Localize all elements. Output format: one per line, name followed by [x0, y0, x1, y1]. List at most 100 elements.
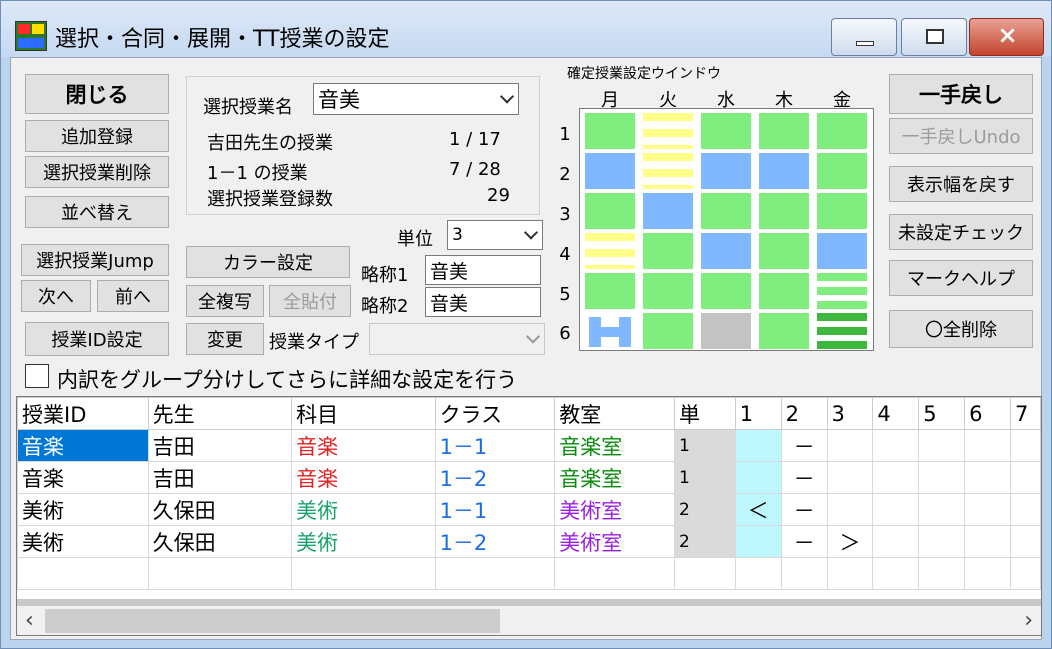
cell-class[interactable]: 1－2 — [434, 461, 556, 494]
schedule-cell[interactable] — [759, 313, 809, 349]
table-row[interactable]: 音楽 吉田 音楽 1－2 音楽室 1 － — [17, 461, 1041, 494]
cell-p3[interactable] — [826, 429, 874, 462]
column-header[interactable]: 先生 — [147, 397, 293, 430]
schedule-cell[interactable] — [759, 193, 809, 229]
cell-id[interactable]: 美術 — [17, 493, 149, 526]
schedule-cell[interactable] — [643, 153, 693, 189]
column-header[interactable]: 7 — [1009, 397, 1041, 430]
table-cell[interactable] — [918, 557, 966, 590]
schedule-cell[interactable] — [701, 113, 751, 149]
cell-p1[interactable] — [734, 525, 782, 558]
next-button[interactable]: 次へ — [21, 280, 91, 312]
restore-width-button[interactable]: 表示幅を戻す — [889, 166, 1033, 202]
column-header[interactable]: クラス — [434, 397, 556, 430]
column-header[interactable]: 教室 — [554, 397, 675, 430]
cell-p3[interactable] — [826, 461, 874, 494]
schedule-cell[interactable] — [585, 113, 635, 149]
schedule-cell[interactable] — [701, 273, 751, 309]
cell-p1[interactable]: ＜ — [734, 493, 782, 526]
schedule-cell[interactable] — [701, 313, 751, 349]
lesson-name-select[interactable]: 音美 — [313, 83, 519, 115]
table-row[interactable]: 美術 久保田 美術 1－2 美術室 2 －＞ — [17, 525, 1041, 558]
cell-room[interactable]: 美術室 — [554, 525, 675, 558]
cell-p2[interactable]: － — [780, 525, 828, 558]
delete-all-button[interactable]: 〇全削除 — [889, 310, 1033, 348]
column-header[interactable]: 1 — [734, 397, 782, 430]
cell-p3[interactable]: ＞ — [826, 525, 874, 558]
column-header[interactable]: 4 — [872, 397, 920, 430]
schedule-cell[interactable] — [643, 233, 693, 269]
schedule-cell[interactable] — [759, 233, 809, 269]
cell-room[interactable]: 音楽室 — [554, 461, 675, 494]
scroll-left-icon[interactable]: ‹ — [25, 608, 34, 633]
prev-button[interactable]: 前へ — [97, 280, 169, 312]
table-cell[interactable] — [554, 557, 675, 590]
unset-check-button[interactable]: 未設定チェック — [889, 214, 1033, 250]
color-setting-button[interactable]: カラー設定 — [186, 246, 350, 278]
cell-room[interactable]: 音楽室 — [554, 429, 675, 462]
cell-p3[interactable] — [826, 493, 874, 526]
cell-p1[interactable] — [734, 429, 782, 462]
abbr2-input[interactable]: 音美 — [425, 287, 541, 317]
close-button[interactable]: 閉じる — [25, 74, 169, 114]
cell-subject[interactable]: 美術 — [291, 493, 436, 526]
table-cell[interactable] — [1009, 493, 1041, 526]
cell-class[interactable]: 1－2 — [434, 525, 556, 558]
schedule-cell[interactable] — [701, 193, 751, 229]
table-cell[interactable] — [964, 557, 1011, 590]
abbr1-input[interactable]: 音美 — [425, 255, 541, 285]
column-header[interactable]: 3 — [826, 397, 874, 430]
table-cell[interactable] — [17, 557, 149, 590]
column-header[interactable]: 単 — [673, 397, 736, 430]
table-cell[interactable] — [918, 429, 966, 462]
table-cell[interactable] — [826, 557, 874, 590]
scroll-right-icon[interactable]: › — [1024, 608, 1033, 633]
cell-class[interactable]: 1－1 — [434, 493, 556, 526]
undo-button[interactable]: 一手戻し — [889, 74, 1033, 114]
column-header[interactable]: 6 — [964, 397, 1011, 430]
table-cell[interactable] — [964, 493, 1011, 526]
table-cell[interactable] — [964, 429, 1011, 462]
sort-button[interactable]: 並べ替え — [25, 196, 169, 228]
column-header[interactable]: 科目 — [291, 397, 436, 430]
table-row[interactable] — [17, 557, 1041, 590]
title-bar[interactable]: 選択・合同・展開・TT授業の設定 × — [1, 1, 1051, 57]
schedule-cell[interactable] — [585, 153, 635, 189]
schedule-cell[interactable] — [759, 273, 809, 309]
table-cell[interactable] — [964, 461, 1011, 494]
cell-unit[interactable]: 2 — [673, 493, 736, 526]
table-cell[interactable] — [434, 557, 556, 590]
unit-select[interactable]: 3 — [447, 220, 543, 250]
cell-class[interactable]: 1－1 — [434, 429, 556, 462]
schedule-cell[interactable] — [585, 233, 635, 269]
horizontal-scrollbar[interactable]: ‹ › — [17, 599, 1041, 635]
change-button[interactable]: 変更 — [186, 323, 264, 355]
table-cell[interactable] — [918, 525, 966, 558]
mark-help-button[interactable]: マークヘルプ — [889, 260, 1033, 296]
cell-p1[interactable] — [734, 461, 782, 494]
cell-unit[interactable]: 1 — [673, 461, 736, 494]
cell-teacher[interactable]: 吉田 — [147, 461, 293, 494]
schedule-cell[interactable] — [585, 273, 635, 309]
close-window-button[interactable]: × — [969, 18, 1044, 56]
copy-all-button[interactable]: 全複写 — [186, 285, 264, 317]
cell-id[interactable]: 美術 — [17, 525, 149, 558]
cell-subject[interactable]: 美術 — [291, 525, 436, 558]
schedule-cell[interactable] — [759, 153, 809, 189]
table-cell[interactable] — [872, 557, 920, 590]
table-cell[interactable] — [1009, 429, 1041, 462]
schedule-grid[interactable] — [579, 108, 874, 351]
schedule-cell[interactable] — [701, 233, 751, 269]
table-cell[interactable] — [734, 557, 782, 590]
maximize-button[interactable] — [901, 18, 967, 56]
lesson-type-select[interactable] — [369, 323, 545, 355]
table-cell[interactable] — [1009, 557, 1041, 590]
delete-lesson-button[interactable]: 選択授業削除 — [25, 156, 169, 188]
schedule-cell[interactable] — [701, 153, 751, 189]
minimize-button[interactable] — [831, 18, 897, 56]
schedule-cell[interactable] — [643, 313, 693, 349]
table-cell[interactable] — [964, 525, 1011, 558]
table-cell[interactable] — [673, 557, 736, 590]
table-row[interactable]: 美術 久保田 美術 1－1 美術室 2 ＜－ — [17, 493, 1041, 526]
table-cell[interactable] — [918, 461, 966, 494]
